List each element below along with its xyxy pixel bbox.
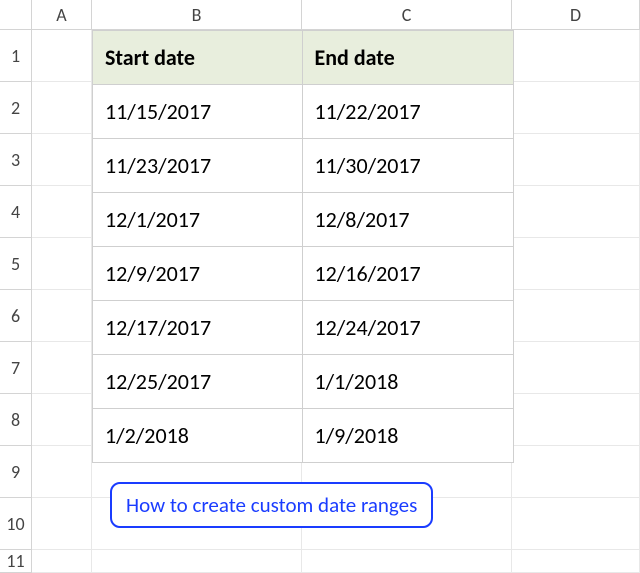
date-range-table-wrapper: Start date End date 11/15/2017 11/22/201… xyxy=(92,30,514,463)
cell-end-date[interactable]: 11/22/2017 xyxy=(302,85,514,139)
cell-d4[interactable] xyxy=(512,186,640,238)
header-end-date[interactable]: End date xyxy=(302,31,514,85)
cell-a4[interactable] xyxy=(32,186,92,238)
row-header-11[interactable]: 11 xyxy=(0,550,32,573)
cell-start-date[interactable]: 12/25/2017 xyxy=(93,355,303,409)
row-header-1[interactable]: 1 xyxy=(0,30,32,82)
row-header-4[interactable]: 4 xyxy=(0,186,32,238)
row-header-9[interactable]: 9 xyxy=(0,446,32,498)
table-row: 12/17/2017 12/24/2017 xyxy=(93,301,514,355)
cell-a9[interactable] xyxy=(32,446,92,498)
table-row: 11/15/2017 11/22/2017 xyxy=(93,85,514,139)
cell-d11[interactable] xyxy=(512,550,640,573)
row-header-3[interactable]: 3 xyxy=(0,134,32,186)
cell-start-date[interactable]: 11/15/2017 xyxy=(93,85,303,139)
cell-end-date[interactable]: 12/8/2017 xyxy=(302,193,514,247)
cell-b11[interactable] xyxy=(92,550,302,573)
cell-start-date[interactable]: 1/2/2018 xyxy=(93,409,303,463)
cell-d9[interactable] xyxy=(512,446,640,498)
grid-corner xyxy=(0,0,32,30)
cell-end-date[interactable]: 11/30/2017 xyxy=(302,139,514,193)
cell-a2[interactable] xyxy=(32,82,92,134)
col-header-d[interactable]: D xyxy=(512,0,640,30)
cell-end-date[interactable]: 12/16/2017 xyxy=(302,247,514,301)
table-row: 11/23/2017 11/30/2017 xyxy=(93,139,514,193)
cell-end-date[interactable]: 1/9/2018 xyxy=(302,409,514,463)
row-header-7[interactable]: 7 xyxy=(0,342,32,394)
cell-d2[interactable] xyxy=(512,82,640,134)
tutorial-link-label: How to create custom date ranges xyxy=(126,492,417,518)
row-header-6[interactable]: 6 xyxy=(0,290,32,342)
row-header-8[interactable]: 8 xyxy=(0,394,32,446)
table-row: 1/2/2018 1/9/2018 xyxy=(93,409,514,463)
cell-a8[interactable] xyxy=(32,394,92,446)
cell-end-date[interactable]: 12/24/2017 xyxy=(302,301,514,355)
cell-d6[interactable] xyxy=(512,290,640,342)
tutorial-link-box[interactable]: How to create custom date ranges xyxy=(110,482,433,528)
col-header-a[interactable]: A xyxy=(32,0,92,30)
cell-a1[interactable] xyxy=(32,30,92,82)
cell-start-date[interactable]: 12/9/2017 xyxy=(93,247,303,301)
cell-start-date[interactable]: 12/1/2017 xyxy=(93,193,303,247)
row-header-5[interactable]: 5 xyxy=(0,238,32,290)
table-row: 12/25/2017 1/1/2018 xyxy=(93,355,514,409)
cell-a11[interactable] xyxy=(32,550,92,573)
cell-a7[interactable] xyxy=(32,342,92,394)
cell-d1[interactable] xyxy=(512,30,640,82)
date-range-table: Start date End date 11/15/2017 11/22/201… xyxy=(92,30,514,463)
cell-d8[interactable] xyxy=(512,394,640,446)
cell-a3[interactable] xyxy=(32,134,92,186)
cell-d3[interactable] xyxy=(512,134,640,186)
row-header-10[interactable]: 10 xyxy=(0,498,32,550)
cell-d10[interactable] xyxy=(512,498,640,550)
cell-start-date[interactable]: 11/23/2017 xyxy=(93,139,303,193)
cell-a5[interactable] xyxy=(32,238,92,290)
cell-a10[interactable] xyxy=(32,498,92,550)
header-start-date[interactable]: Start date xyxy=(93,31,303,85)
col-header-c[interactable]: C xyxy=(302,0,512,30)
cell-end-date[interactable]: 1/1/2018 xyxy=(302,355,514,409)
cell-start-date[interactable]: 12/17/2017 xyxy=(93,301,303,355)
cell-d5[interactable] xyxy=(512,238,640,290)
col-header-b[interactable]: B xyxy=(92,0,302,30)
cell-d7[interactable] xyxy=(512,342,640,394)
cell-c11[interactable] xyxy=(302,550,512,573)
table-row: 12/9/2017 12/16/2017 xyxy=(93,247,514,301)
cell-a6[interactable] xyxy=(32,290,92,342)
table-row: 12/1/2017 12/8/2017 xyxy=(93,193,514,247)
table-header-row: Start date End date xyxy=(93,31,514,85)
row-header-2[interactable]: 2 xyxy=(0,82,32,134)
